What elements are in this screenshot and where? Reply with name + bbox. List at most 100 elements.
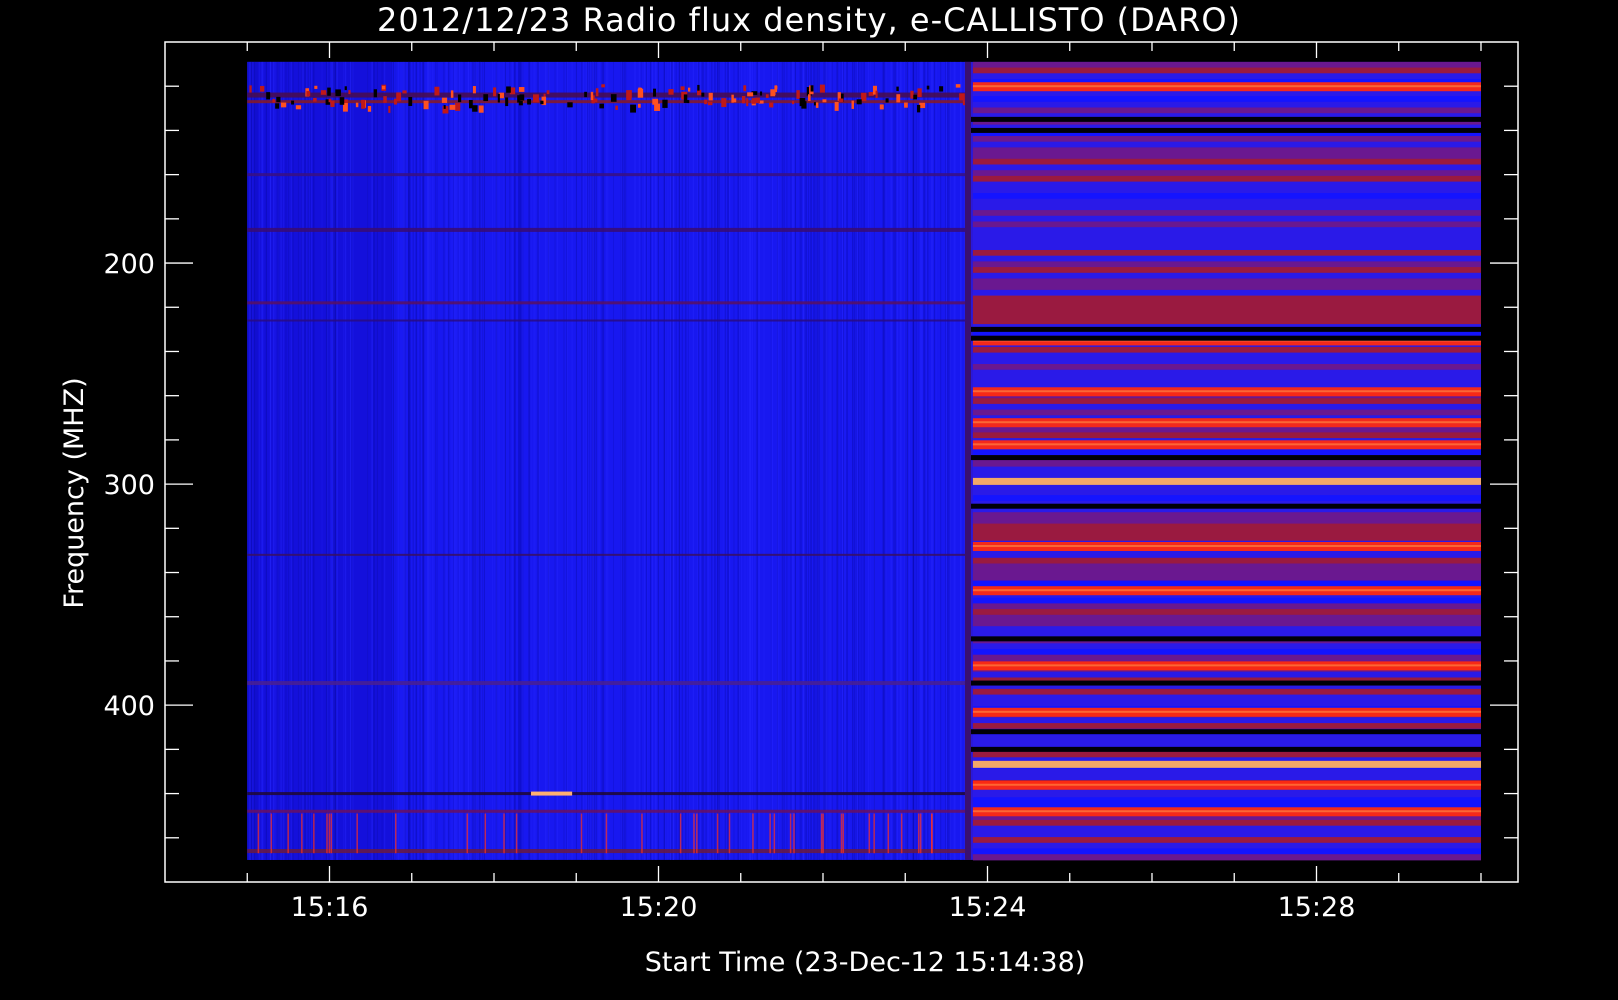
texture-streak [456,61,458,860]
post-onset-stripe [972,614,1481,621]
post-onset-stripe [972,238,1481,245]
texture-streak [350,61,352,860]
texture-streak [831,61,833,860]
speckle [348,90,351,95]
speckle [567,102,573,108]
speckle [769,102,774,108]
texture-streak [959,61,961,860]
speckle [851,100,854,109]
texture-streak [867,61,869,860]
y-tick-label: 200 [103,249,155,280]
speckle [896,94,901,103]
speckle [697,84,700,91]
texture-streak [622,61,624,860]
texture-streak [416,61,418,860]
texture-streak [495,61,497,860]
texture-streak [701,61,703,860]
speckle [765,94,769,98]
texture-streak [738,61,740,860]
dark-band [970,455,1481,461]
speckle [402,90,407,94]
speckle [772,91,776,96]
texture-streak [461,61,463,860]
texture-streak [756,61,758,860]
texture-streak [805,61,807,860]
speckle [533,95,536,99]
post-onset-stripe [972,381,1481,388]
speckle [701,92,705,97]
texture-streak [429,61,431,860]
post-onset-stripe [972,825,1481,832]
texture-streak [419,61,421,860]
x-tick-label: 15:20 [620,892,698,923]
post-onset-stripe [972,671,1481,678]
texture-streak [800,61,802,860]
texture-streak [527,61,529,860]
post-onset-stripe [972,135,1481,143]
texture-streak [583,61,585,860]
speckle [917,88,922,98]
texture-streak [426,61,428,860]
texture-streak [519,61,521,860]
texture-streak [352,61,354,860]
texture-streak [770,61,772,860]
post-onset-stripe [972,848,1481,855]
speckle [639,87,643,92]
post-onset-stripe [972,312,1481,319]
texture-streak [484,61,486,860]
texture-streak [518,61,520,860]
speckle [747,92,754,97]
speckle [637,103,641,108]
texture-streak [463,61,465,860]
post-onset-stripe [972,398,1481,405]
speckle [926,85,930,90]
speckle [861,92,867,102]
post-onset-stripe [972,358,1481,365]
texture-streak [873,61,875,860]
texture-streak [546,61,548,860]
bottom-tick [769,813,771,854]
speckle [383,96,387,103]
post-onset-stripe [972,175,1481,183]
texture-streak [432,61,434,860]
speckle [260,85,265,92]
texture-streak [256,61,258,860]
post-onset-stripe [972,301,1481,308]
texture-streak [813,61,815,860]
x-axis-label: Start Time (23-Dec-12 15:14:38) [644,947,1086,978]
texture-streak [724,61,726,860]
x-tick-label: 15:24 [949,892,1027,923]
dark-band [970,127,1481,133]
texture-streak [940,61,942,860]
bottom-tick [503,813,505,854]
texture-streak [511,61,513,860]
bottom-tick [330,813,333,854]
texture-streak [520,61,522,860]
texture-streak [671,61,673,860]
texture-streak [373,61,375,860]
texture-streak [422,61,424,860]
speckle [815,102,819,108]
bottom-tick [287,813,289,854]
speckle [373,89,378,98]
speckle [320,90,327,95]
post-onset-stripe [972,534,1481,542]
texture-streak [808,61,810,860]
speckle [838,98,844,103]
texture-streak [751,61,753,860]
post-onset-stripe [972,363,1481,371]
post-onset-stripe [972,272,1481,279]
bottom-tick [301,813,303,854]
texture-streak [345,61,347,860]
texture-streak [454,61,456,860]
speckle [680,86,685,91]
texture-streak [343,61,345,860]
speckle [449,104,456,110]
texture-streak [692,61,694,860]
bright-band-core [972,664,1481,667]
texture-streak [435,61,437,860]
speckle [443,105,446,109]
texture-streak [841,61,843,860]
post-onset-stripe [972,346,1481,354]
speckle [875,90,878,98]
